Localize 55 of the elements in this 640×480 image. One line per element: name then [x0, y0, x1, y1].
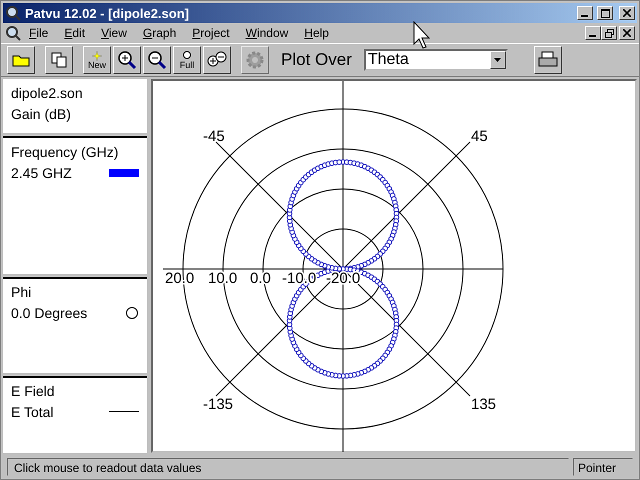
sparkle-icon — [91, 50, 103, 60]
toolbar-button[interactable] — [7, 46, 35, 74]
close-button[interactable] — [619, 6, 635, 20]
minimize-button[interactable] — [585, 26, 601, 40]
minimize-button[interactable] — [577, 6, 593, 20]
toolbar-button[interactable] — [203, 46, 231, 74]
close-icon — [623, 29, 631, 37]
printer-icon — [538, 51, 558, 69]
angle-label: -135 — [203, 396, 234, 413]
legend-text: E Field — [11, 383, 55, 400]
close-icon — [623, 9, 631, 17]
zoom-out-icon — [147, 50, 167, 70]
gear-icon — [245, 50, 265, 70]
restore-icon — [604, 28, 614, 38]
print-button[interactable] — [534, 46, 562, 74]
toolbar-button[interactable] — [113, 46, 141, 74]
toolbar-button[interactable] — [143, 46, 171, 74]
legend-text: 0.0 Degrees — [11, 305, 88, 322]
legend-text: Gain (dB) — [11, 106, 71, 122]
menu-item[interactable]: View — [93, 26, 135, 40]
app-icon — [5, 5, 21, 21]
toolbar-button[interactable]: New — [83, 46, 111, 74]
folder-icon — [12, 53, 30, 67]
window-title: Patvu 12.02 - [dipole2.son] — [25, 6, 190, 20]
angle-label: 45 — [471, 128, 488, 145]
legend-text: Phi — [11, 284, 32, 300]
menu-item[interactable]: Edit — [56, 26, 94, 40]
status-message: Click mouse to readout data values — [7, 458, 569, 476]
legend-text: 2.45 GHZ — [11, 164, 72, 181]
toolbar-button[interactable] — [45, 46, 73, 74]
restore-button[interactable] — [601, 26, 617, 40]
menu-item[interactable]: Project — [184, 26, 238, 40]
maximize-button[interactable] — [597, 6, 613, 20]
status-mode: Pointer — [573, 458, 633, 476]
zoom-in-icon — [117, 50, 137, 70]
angle-label: -45 — [203, 128, 225, 145]
toolbar-button[interactable]: Full — [173, 46, 201, 74]
plot-over-select[interactable]: Theta — [364, 49, 508, 71]
line-marker-icon — [109, 411, 139, 414]
legend-text: dipole2.son — [11, 84, 83, 100]
plot-over-label: Plot Over — [281, 50, 352, 70]
legend-text: Frequency (GHz) — [11, 144, 118, 160]
menu-item[interactable]: Window — [238, 26, 296, 40]
legend-swatch-icon — [109, 168, 139, 177]
close-button[interactable] — [619, 26, 635, 40]
circle-marker-icon — [125, 306, 139, 320]
menu-item[interactable]: Graph — [134, 26, 184, 40]
angle-label: 135 — [471, 396, 496, 413]
menu-item[interactable]: File — [21, 26, 56, 40]
copy-icon — [51, 52, 67, 68]
maximize-icon — [600, 8, 610, 18]
document-icon[interactable] — [5, 25, 21, 41]
menu-item[interactable]: Help — [296, 26, 337, 40]
magnifier-icon — [181, 50, 193, 60]
legend-text: E Total — [11, 404, 54, 420]
